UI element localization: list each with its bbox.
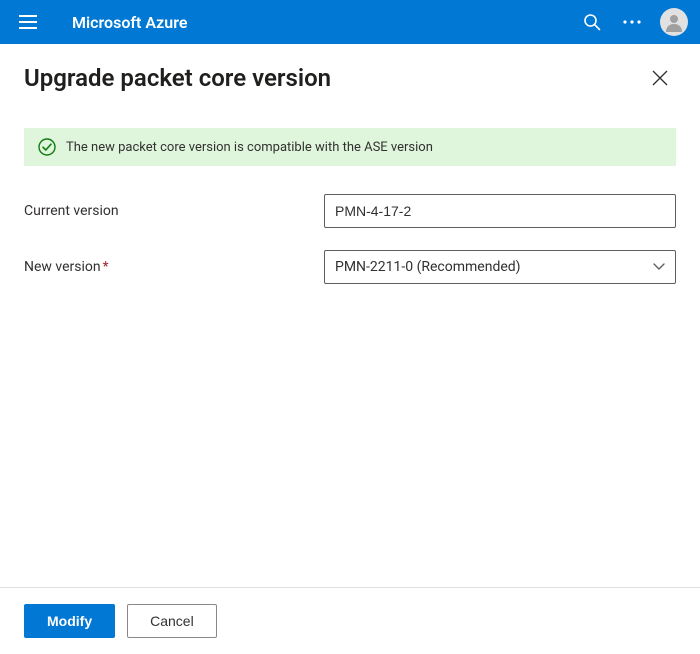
- avatar[interactable]: [660, 8, 688, 36]
- topbar: Microsoft Azure: [0, 0, 700, 44]
- panel-title: Upgrade packet core version: [24, 64, 331, 92]
- panel-footer: Modify Cancel: [0, 587, 700, 654]
- menu-button[interactable]: [12, 6, 44, 38]
- new-version-label-text: New version: [24, 259, 101, 275]
- hamburger-icon: [19, 15, 37, 29]
- more-button[interactable]: [612, 2, 652, 42]
- current-version-label: Current version: [24, 203, 324, 219]
- row-new-version: New version* PMN-2211-0 (Recommended): [24, 250, 676, 284]
- current-version-input[interactable]: [324, 194, 676, 228]
- status-text: The new packet core version is compatibl…: [66, 140, 433, 155]
- new-version-label: New version*: [24, 259, 324, 275]
- chevron-down-icon: [653, 263, 665, 271]
- search-icon: [583, 13, 601, 31]
- modify-button[interactable]: Modify: [24, 604, 115, 638]
- status-banner: The new packet core version is compatibl…: [24, 128, 676, 166]
- success-icon: [38, 138, 56, 156]
- ellipsis-icon: [623, 20, 641, 24]
- close-button[interactable]: [644, 62, 676, 94]
- panel-content: The new packet core version is compatibl…: [0, 104, 700, 587]
- user-icon: [664, 12, 684, 32]
- new-version-value: PMN-2211-0 (Recommended): [335, 259, 521, 275]
- panel-header: Upgrade packet core version: [0, 44, 700, 104]
- row-current-version: Current version: [24, 194, 676, 228]
- brand-title[interactable]: Microsoft Azure: [72, 13, 187, 32]
- cancel-button[interactable]: Cancel: [127, 604, 217, 638]
- close-icon: [652, 70, 668, 86]
- new-version-select[interactable]: PMN-2211-0 (Recommended): [324, 250, 676, 284]
- search-button[interactable]: [572, 2, 612, 42]
- required-indicator: *: [103, 259, 109, 275]
